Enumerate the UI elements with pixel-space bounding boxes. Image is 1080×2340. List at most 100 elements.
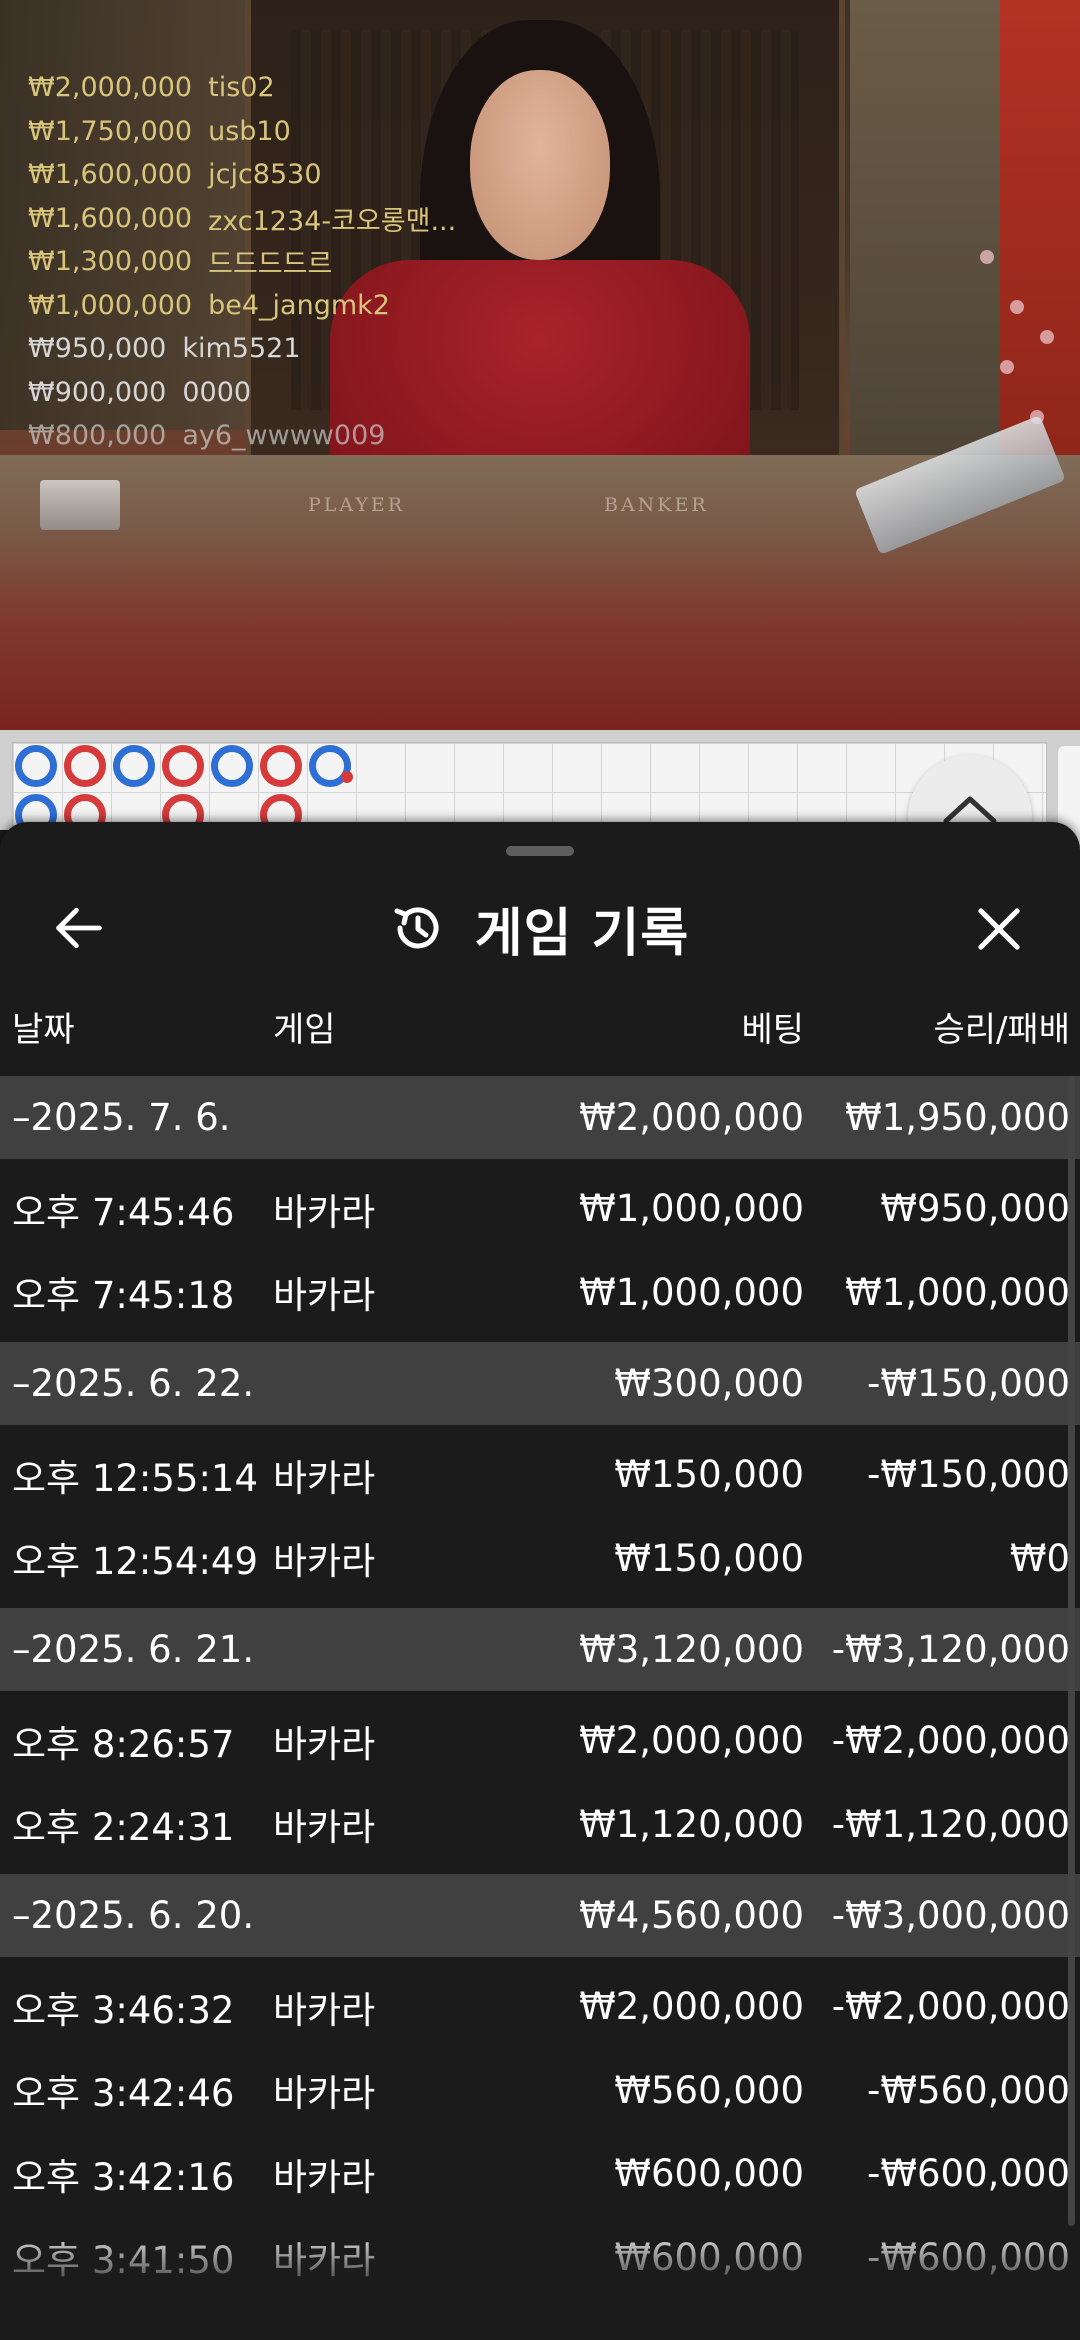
date-total-bet: ₩2,000,000 — [579, 1096, 804, 1139]
close-button[interactable] — [970, 900, 1028, 958]
leaderboard-entry: ₩950,000 kim5521 — [28, 327, 456, 371]
history-date-row[interactable]: –2025. 6. 22. ₩300,000 -₩150,000 — [0, 1342, 1080, 1425]
history-game-row[interactable]: 오후 12:55:14 바카라 ₩150,000 -₩150,000 — [0, 1433, 1080, 1517]
date-total-result: ₩1,950,000 — [845, 1096, 1070, 1139]
game-time: 오후 8:26:57 — [12, 1722, 235, 1766]
date-total-bet: ₩300,000 — [614, 1362, 804, 1405]
history-game-row[interactable]: 오후 3:42:46 바카라 ₩560,000 -₩560,000 — [0, 2048, 1080, 2132]
game-bet: ₩1,120,000 — [579, 1802, 804, 1846]
game-result: -₩150,000 — [867, 1453, 1070, 1497]
game-time: 오후 12:55:14 — [12, 1456, 259, 1500]
game-name: 바카라 — [273, 2072, 376, 2116]
leaderboard-user: ay6_wwww009 — [182, 420, 386, 452]
history-game-row[interactable]: 오후 8:26:57 바카라 ₩2,000,000 -₩2,000,000 — [0, 1699, 1080, 1783]
leaderboard-amount: ₩900,000 — [28, 376, 167, 408]
row-gap — [0, 1691, 1080, 1699]
game-history-sheet: 게임 기록 날짜 게임 베팅 승리/패배 –2025. 7. 6. ₩2,000,… — [0, 822, 1080, 2340]
game-name: 바카라 — [273, 1274, 376, 1318]
history-column-headers: 날짜 게임 베팅 승리/패배 — [0, 984, 1080, 1076]
row-gap — [0, 1159, 1080, 1167]
drag-handle[interactable] — [506, 846, 574, 856]
leaderboard-entry: ₩1,300,000 드드드드르 — [28, 240, 456, 284]
history-game-row[interactable]: 오후 3:42:16 바카라 ₩600,000 -₩600,000 — [0, 2132, 1080, 2216]
history-scrollbar[interactable] — [1068, 1076, 1075, 2226]
game-time: 오후 7:45:18 — [12, 1274, 235, 1318]
leaderboard-amount: ₩1,300,000 — [28, 246, 193, 278]
bead-tie-marker — [341, 771, 353, 783]
history-list[interactable]: –2025. 7. 6. ₩2,000,000 ₩1,950,000 오후 7:45:… — [0, 1076, 1080, 2307]
sheet-header: 게임 기록 — [0, 872, 1080, 984]
history-game-row[interactable]: 오후 12:54:49 바카라 ₩150,000 ₩0 — [0, 1516, 1080, 1600]
leaderboard-entry: ₩900,000 0000 — [28, 371, 456, 415]
game-bet: ₩1,000,000 — [579, 1270, 804, 1314]
row-gap — [0, 1334, 1080, 1342]
history-date-row[interactable]: –2025. 6. 21. ₩3,120,000 -₩3,120,000 — [0, 1608, 1080, 1691]
history-date-row[interactable]: –2025. 7. 6. ₩2,000,000 ₩1,950,000 — [0, 1076, 1080, 1159]
game-name: 바카라 — [273, 2155, 376, 2199]
column-header-game: 게임 — [273, 1010, 336, 1050]
date-label: –2025. 6. 20. — [12, 1894, 255, 1937]
leaderboard-entry: ₩800,000 ay6_wwww009 — [28, 414, 456, 458]
game-bet: ₩2,000,000 — [579, 1985, 804, 2029]
back-button[interactable] — [50, 902, 108, 954]
history-game-row[interactable]: 오후 7:45:46 바카라 ₩1,000,000 ₩950,000 — [0, 1167, 1080, 1251]
history-game-row[interactable]: 오후 7:45:18 바카라 ₩1,000,000 ₩1,000,000 — [0, 1250, 1080, 1334]
history-icon — [394, 907, 439, 949]
discard-tray — [40, 480, 120, 530]
date-label: –2025. 6. 22. — [12, 1362, 255, 1405]
leaderboard-user: zxc1234-코오롱맨... — [208, 205, 457, 237]
bead-player — [113, 745, 155, 787]
leaderboard-user: jcjc8530 — [208, 159, 322, 191]
leaderboard-amount: ₩1,750,000 — [28, 115, 193, 147]
row-gap — [0, 1425, 1080, 1433]
leaderboard-user: 0000 — [182, 376, 252, 408]
game-name: 바카라 — [273, 1456, 376, 1500]
bead-banker — [162, 745, 204, 787]
video-backdrop-panel — [850, 0, 1000, 460]
date-label: –2025. 6. 21. — [12, 1628, 255, 1671]
leaderboard-amount: ₩1,600,000 — [28, 202, 193, 234]
bead-player — [211, 745, 253, 787]
leaderboard-user: usb10 — [208, 115, 291, 147]
row-gap — [0, 1957, 1080, 1965]
history-game-row[interactable]: 오후 3:41:50 바카라 ₩600,000 -₩600,000 — [0, 2215, 1080, 2299]
row-gap — [0, 2299, 1080, 2307]
leaderboard-amount: ₩2,000,000 — [28, 72, 193, 104]
winners-leaderboard: ₩2,000,000 tis02 ₩1,750,000 usb10 ₩1,600,000… — [28, 66, 456, 458]
game-bet: ₩600,000 — [614, 2152, 804, 2196]
table-label-banker: BANKER — [604, 494, 709, 516]
game-bet: ₩1,000,000 — [579, 1187, 804, 1231]
history-game-row[interactable]: 오후 3:46:32 바카라 ₩2,000,000 -₩2,000,000 — [0, 1965, 1080, 2049]
sheet-title: 게임 기록 — [474, 903, 690, 964]
game-name: 바카라 — [273, 1988, 376, 2032]
leaderboard-amount: ₩1,600,000 — [28, 159, 193, 191]
leaderboard-entry: ₩1,600,000 jcjc8530 — [28, 153, 456, 197]
bead-banker — [64, 745, 106, 787]
game-name: 바카라 — [273, 1722, 376, 1766]
leaderboard-amount: ₩800,000 — [28, 420, 167, 452]
game-time: 오후 12:54:49 — [12, 1540, 259, 1584]
leaderboard-user: 드드드드르 — [208, 249, 333, 281]
game-result: -₩2,000,000 — [831, 1719, 1070, 1763]
column-header-bet: 베팅 — [741, 1010, 804, 1050]
column-header-win-loss: 승리/패배 — [933, 1010, 1070, 1050]
game-time: 오후 7:45:46 — [12, 1190, 235, 1234]
arrow-left-icon — [56, 907, 102, 949]
row-gap — [0, 1600, 1080, 1608]
date-total-bet: ₩4,560,000 — [579, 1894, 804, 1937]
game-time: 오후 3:42:46 — [12, 2072, 235, 2116]
history-game-row[interactable]: 오후 2:24:31 바카라 ₩1,120,000 -₩1,120,000 — [0, 1782, 1080, 1866]
game-time: 오후 3:42:16 — [12, 2155, 235, 2199]
game-result: ₩0 — [1009, 1536, 1070, 1580]
history-date-row[interactable]: –2025. 6. 20. ₩4,560,000 -₩3,000,000 — [0, 1874, 1080, 1957]
game-bet: ₩150,000 — [614, 1453, 804, 1497]
bead-banker — [260, 745, 302, 787]
game-bet: ₩150,000 — [614, 1536, 804, 1580]
chevron-up-icon — [943, 796, 997, 824]
game-result: -₩2,000,000 — [831, 1985, 1070, 2029]
game-bet: ₩2,000,000 — [579, 1719, 804, 1763]
game-name: 바카라 — [273, 1190, 376, 1234]
game-result: -₩560,000 — [867, 2068, 1070, 2112]
leaderboard-user: kim5521 — [182, 333, 301, 365]
leaderboard-entry: ₩1,600,000 zxc1234-코오롱맨... — [28, 197, 456, 241]
